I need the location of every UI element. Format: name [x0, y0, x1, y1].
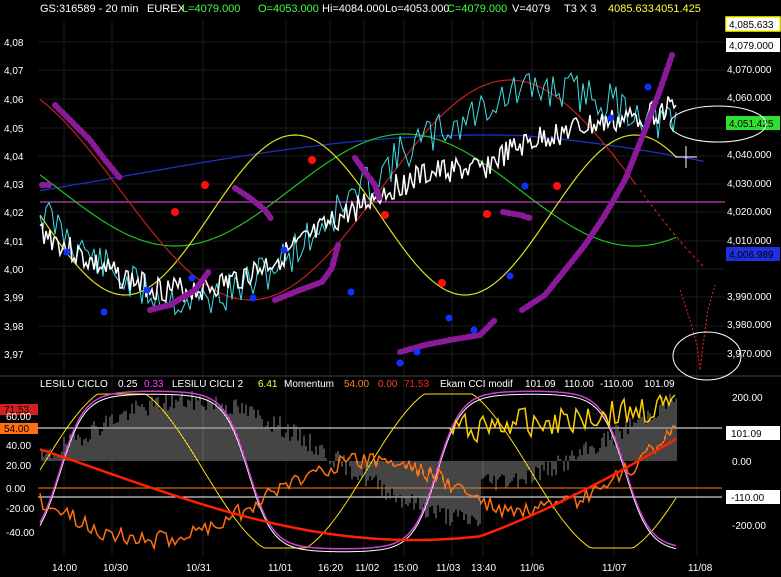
left-price-label: 3,97	[4, 350, 24, 361]
time-label: 10/30	[103, 563, 128, 574]
symbol-label: GS:316589 - 20 min	[40, 3, 138, 15]
right-price-label: 4,010.000	[727, 236, 772, 247]
red-signal-dot	[171, 208, 179, 216]
blue-signal-dot	[100, 308, 108, 316]
blue-signal-dot	[445, 314, 453, 322]
blue-signal-dot	[644, 83, 652, 91]
time-label: 11/06	[520, 563, 545, 574]
ind-cci-val3: -110.00	[600, 379, 634, 390]
badge-cci-text: 101.09	[731, 429, 762, 440]
badge-t3-high-text: 4,085.633	[729, 20, 774, 31]
right-price-label: 4,060.000	[727, 93, 772, 104]
left-price-label: 3,99	[4, 293, 24, 304]
red-signal-dot	[553, 182, 561, 190]
open-price: O=4053.000	[258, 3, 319, 15]
badge-last-text: 4,079.000	[729, 41, 774, 52]
ind-cci-label: Ekam CCI modif	[440, 379, 513, 390]
left-price-label: 4,08	[4, 38, 24, 49]
ind-left-label: 40.00	[6, 441, 31, 452]
badge-t3-low-text: 4,051.425	[729, 119, 774, 130]
right-price-label: 4,030.000	[727, 179, 772, 190]
time-label: 10/31	[186, 563, 211, 574]
right-price-label: 3,980.000	[727, 320, 772, 331]
red-signal-dot	[381, 211, 389, 219]
blue-signal-dot	[63, 248, 71, 256]
ind-momentum-val3: 71.53	[404, 379, 429, 390]
time-label: 14:00	[52, 563, 77, 574]
badge-cci-low-text: -110.00	[731, 493, 765, 504]
ind-left-label: -20.00	[6, 504, 35, 515]
ind-cci-val1: 101.09	[525, 379, 556, 390]
red-signal-dot	[438, 279, 446, 287]
low-price: Lo=4053.000	[385, 3, 450, 15]
blue-signal-dot	[607, 114, 615, 122]
chart-canvas[interactable]: GS:316589 - 20 min EUREX L=4079.000 O=40…	[0, 0, 781, 577]
time-label: 11/08	[688, 563, 713, 574]
ind-cicli2-label: LESILU CICLI 2	[172, 379, 244, 390]
time-label: 11/01	[268, 563, 293, 574]
ind-left-label: 0.00	[6, 484, 26, 495]
left-price-label: 4,07	[4, 66, 24, 77]
left-price-label: 3,98	[4, 322, 24, 333]
ind-left-label: 20.00	[6, 461, 31, 472]
ind-right-label: 200.00	[732, 393, 763, 404]
blue-signal-dot	[396, 359, 404, 367]
left-price-label: 4,06	[4, 95, 24, 106]
time-label: 11/07	[602, 563, 627, 574]
t3-value-a: 4085.633	[608, 3, 654, 15]
ind-ciclo-label: LESILU CICLO	[40, 379, 108, 390]
ind-momentum-label: Momentum	[284, 379, 334, 390]
last-price: L=4079.000	[182, 3, 240, 15]
ind-left-label: 60.00	[6, 412, 31, 423]
ind-momentum-val1: 54.00	[344, 379, 369, 390]
right-price-label: 4,040.000	[727, 150, 772, 161]
left-price-label: 4,01	[4, 237, 24, 248]
high-price: Hi=4084.000	[322, 3, 385, 15]
t3-value-b: 4051.425	[655, 3, 701, 15]
red-signal-dot	[201, 181, 209, 189]
right-price-label: 3,990.000	[727, 292, 772, 303]
ind-ciclo-val1: 0.25	[118, 379, 138, 390]
time-label: 11/02	[355, 563, 380, 574]
blue-signal-dot	[280, 246, 288, 254]
time-label: 11/03	[436, 563, 461, 574]
left-price-label: 4,05	[4, 124, 24, 135]
blue-signal-dot	[506, 272, 514, 280]
blue-signal-dot	[249, 294, 257, 302]
ind-momentum-val2: 0.00	[378, 379, 398, 390]
blue-signal-dot	[188, 274, 196, 282]
badge-momentum-2-text: 54.00	[4, 424, 29, 435]
ind-cci-val2: 110.00	[564, 379, 594, 390]
right-price-label: 4,020.000	[727, 207, 772, 218]
blue-signal-dot	[470, 326, 478, 334]
left-price-label: 4,00	[4, 265, 24, 276]
right-price-label: 3,970.000	[727, 349, 772, 360]
volume-label: V=4079	[512, 3, 550, 15]
ind-ciclo-val2: 0.33	[144, 379, 164, 390]
indicator-header: LESILU CICLO 0.25 0.33 LESILU CICLI 2 6.…	[40, 379, 675, 390]
left-price-label: 4,03	[4, 180, 24, 191]
time-label: 13:40	[471, 563, 496, 574]
time-label: 15:00	[393, 563, 418, 574]
blue-signal-dot	[413, 348, 421, 356]
ind-right-label: -200.00	[732, 521, 766, 532]
blue-signal-dot	[521, 182, 529, 190]
study-label: T3 X 3	[564, 3, 596, 15]
ind-cicli2-val: 6.41	[258, 379, 278, 390]
blue-signal-dot	[347, 288, 355, 296]
red-signal-dot	[483, 210, 491, 218]
badge-blue-ma-text: 4,006.989	[729, 250, 774, 261]
exchange-label: EUREX	[147, 3, 186, 15]
ind-cci-val4: 101.09	[644, 379, 675, 390]
ind-left-label: -40.00	[6, 528, 35, 539]
time-label: 16:20	[318, 563, 343, 574]
right-price-label: 4,070.000	[727, 65, 772, 76]
left-price-label: 4,02	[4, 208, 24, 219]
red-signal-dot	[308, 156, 316, 164]
blue-signal-dot	[143, 286, 151, 294]
left-price-label: 4,04	[4, 152, 24, 163]
close-price: C=4079.000	[447, 3, 507, 15]
ind-right-label: 0.00	[732, 457, 752, 468]
